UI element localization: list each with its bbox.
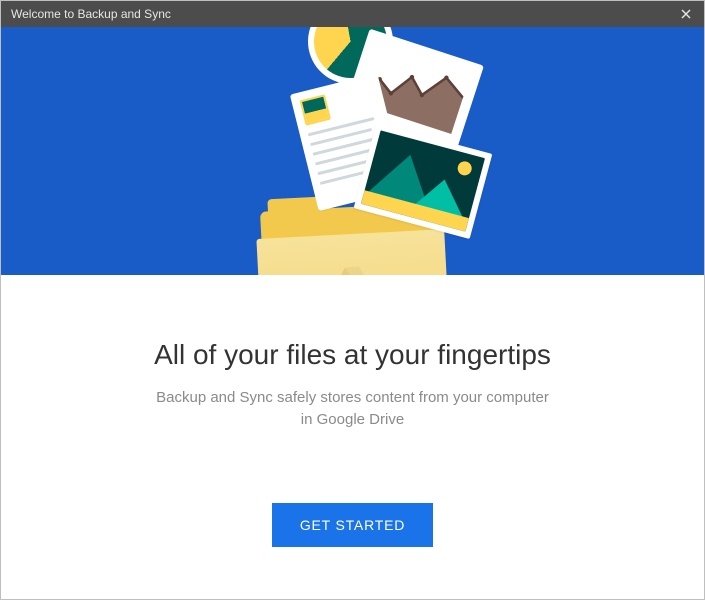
title-bar: Welcome to Backup and Sync xyxy=(1,1,704,27)
hero-banner xyxy=(1,27,704,275)
get-started-button[interactable]: GET STARTED xyxy=(272,503,433,547)
headline: All of your files at your fingertips xyxy=(154,339,551,371)
hero-illustration xyxy=(223,27,483,275)
window-title: Welcome to Backup and Sync xyxy=(11,7,674,21)
google-drive-icon xyxy=(329,263,375,275)
close-button[interactable] xyxy=(674,4,698,24)
app-window: Welcome to Backup and Sync xyxy=(0,0,705,600)
subheadline: Backup and Sync safely stores content fr… xyxy=(156,387,549,431)
subhead-line-2: in Google Drive xyxy=(301,411,404,428)
content-area: All of your files at your fingertips Bac… xyxy=(1,275,704,599)
subhead-line-1: Backup and Sync safely stores content fr… xyxy=(156,389,549,406)
close-icon xyxy=(681,9,691,19)
